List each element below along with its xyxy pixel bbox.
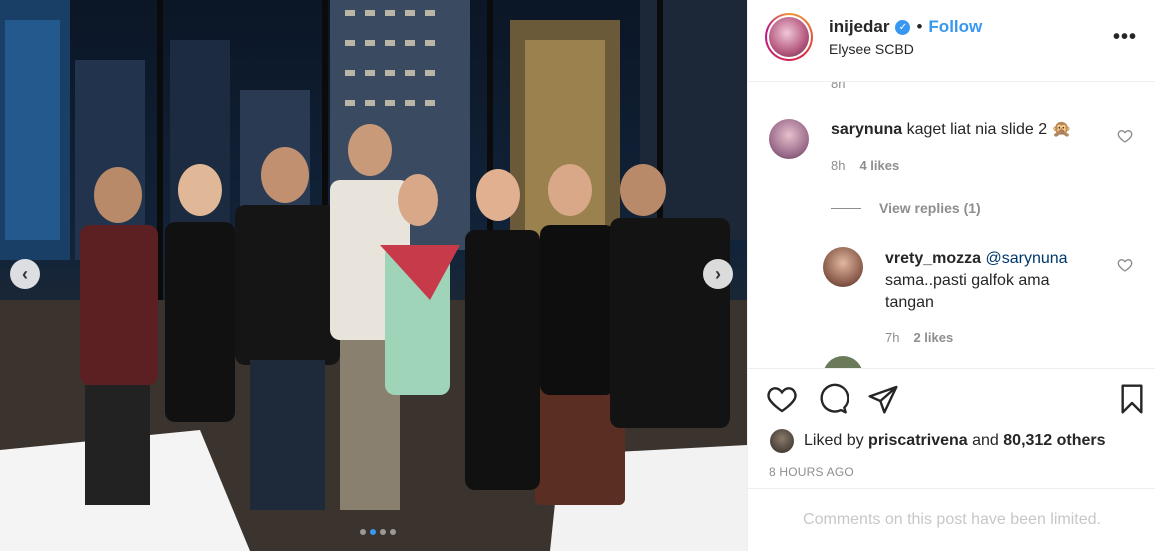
author-avatar[interactable] [765,13,813,61]
carousel-indicator [360,529,396,535]
comment-likes[interactable]: 4 likes [859,158,899,173]
like-heart-icon[interactable] [766,383,798,415]
reply-text-line2: tangan [885,294,934,311]
previous-photo-button[interactable]: ‹ [10,259,40,289]
comments-list[interactable]: 8h sarynuna kaget liat nia slide 2 🙊 8h … [748,82,1155,368]
liker-avatar[interactable] [770,429,794,453]
comment-item: sarynuna kaget liat nia slide 2 🙊 8h 4 l… [748,82,1155,192]
like-comment-heart-icon[interactable] [1117,128,1133,144]
save-bookmark-icon[interactable] [1116,383,1148,415]
follow-button[interactable]: Follow [928,17,982,37]
more-options-button[interactable]: ••• [1113,26,1137,49]
share-send-icon[interactable] [867,383,899,415]
separator: • [916,17,923,36]
post-timestamp[interactable]: 8 HOURS AGO [769,465,854,479]
commenter-avatar[interactable] [769,119,809,159]
reply-avatar[interactable] [823,247,863,287]
carousel-dot [390,529,396,535]
comment-time[interactable]: 8h [831,158,845,173]
reply-likes[interactable]: 2 likes [913,330,953,345]
post-actions: Liked by priscatrivena and 80,312 others… [748,368,1155,488]
reply-text-line1: sama..pasti galfok ama [885,272,1050,289]
others-likes-button[interactable]: 80,312 others [1003,432,1105,449]
reply-item: vrety_mozza @sarynuna sama..pasti galfok… [748,232,1155,362]
like-reply-heart-icon[interactable] [1117,257,1133,273]
reply-username[interactable]: vrety_mozza [885,250,981,267]
reply-mention[interactable]: @sarynuna [986,250,1068,267]
author-username[interactable]: inijedar [829,17,889,37]
next-photo-button[interactable]: › [703,259,733,289]
liked-by-summary: Liked by priscatrivena and 80,312 others [770,429,1106,453]
liker-username[interactable]: priscatrivena [868,432,968,449]
reply-time[interactable]: 7h [885,330,899,345]
carousel-dot [380,529,386,535]
comment-bubble-icon[interactable] [817,383,849,415]
comments-limited-notice: Comments on this post have been limited. [748,488,1155,551]
view-replies-button[interactable]: View replies (1) [831,200,981,216]
post-side-panel: inijedar ✓ • Follow Elysee SCBD ••• 8h s… [747,0,1155,551]
post-header: inijedar ✓ • Follow Elysee SCBD ••• [748,0,1155,82]
comment-text: kaget liat nia slide 2 🙊 [906,121,1072,138]
verified-badge-icon: ✓ [895,19,911,35]
photo-scene [0,0,747,551]
comment-username[interactable]: sarynuna [831,121,902,138]
carousel-dot [360,529,366,535]
post-location[interactable]: Elysee SCBD [829,41,914,57]
post-photo[interactable]: ‹ › [0,0,747,551]
carousel-dot-active [370,529,376,535]
